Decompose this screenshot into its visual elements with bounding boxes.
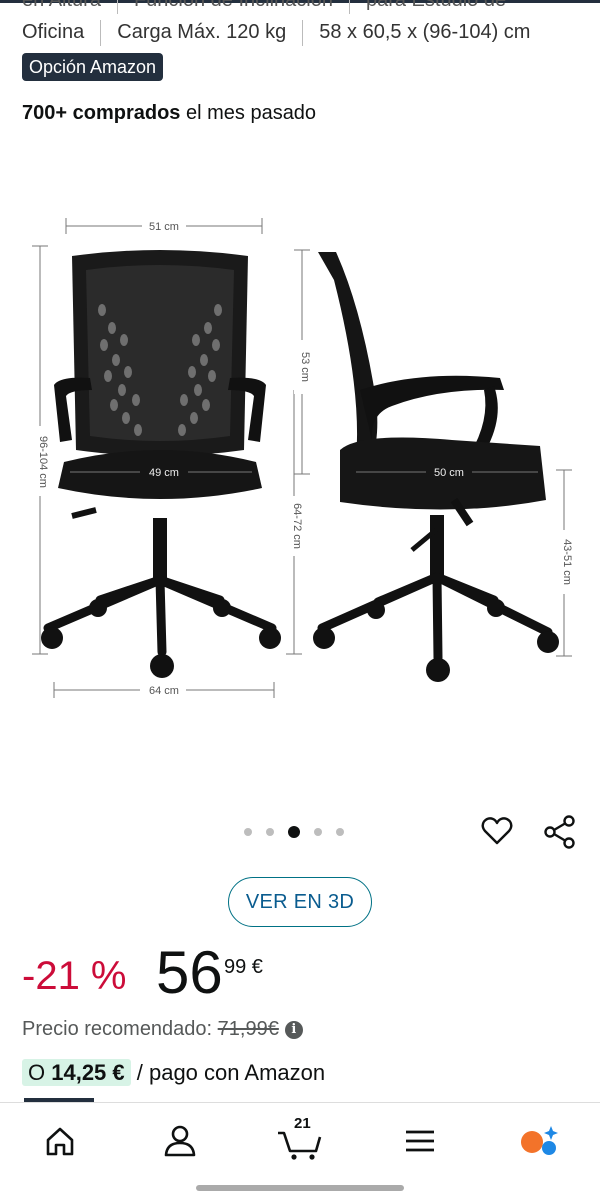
payment-amount: 14,25 € — [51, 1060, 125, 1085]
payment-offer[interactable]: O 14,25 € / pago con Amazon — [22, 1059, 326, 1086]
feature-item: en Altura — [22, 0, 101, 12]
dim-seat-width: 49 cm — [149, 467, 179, 479]
dim-seat-depth: 50 cm — [434, 467, 464, 479]
view-3d-button[interactable]: VER EN 3D — [228, 877, 372, 927]
feature-row-1: en Altura Función de Inclinación para Estu… — [22, 0, 600, 14]
payment-text: / pago con Amazon — [130, 1060, 326, 1085]
feature-row-2: Oficina Carga Máx. 120 kg 58 x 60,5 x (96-… — [22, 20, 600, 46]
gesture-bar — [196, 1185, 404, 1191]
dim-back-height: 53 cm — [299, 352, 311, 382]
recommended-price-value: 71,99€ — [217, 1018, 279, 1040]
price-fraction: 99 € — [224, 956, 263, 978]
dim-seat-height: 43-51 cm — [561, 539, 573, 585]
feature-item: 58 x 60,5 x (96-104) cm — [319, 21, 531, 44]
dim-width-top: 51 cm — [149, 221, 179, 233]
share-icon[interactable] — [542, 814, 578, 850]
price-whole: 56 — [156, 939, 223, 1006]
cart-button[interactable]: 21 — [276, 1115, 324, 1161]
carousel-dots[interactable] — [244, 826, 344, 838]
bottom-nav: 21 — [0, 1102, 600, 1173]
carousel-dot[interactable] — [288, 826, 300, 838]
amazon-choice-badge: Opción Amazon — [22, 53, 164, 81]
dim-arm-height: 64-72 cm — [291, 503, 303, 549]
rufus-icon[interactable] — [518, 1121, 558, 1161]
carousel-dot[interactable] — [314, 828, 322, 836]
carousel-dot[interactable] — [266, 828, 274, 836]
carousel-dot[interactable] — [244, 828, 252, 836]
feature-item: Función de Inclinación — [133, 0, 333, 12]
discount-percent: -21 % — [22, 954, 127, 998]
feature-item: para Estudio de — [365, 0, 507, 12]
purchase-count-bold: 700+ comprados — [22, 102, 181, 124]
account-icon[interactable] — [160, 1121, 200, 1161]
chair-front-view: 51 cm 96-104 cm 49 cm 64 cm — [32, 218, 281, 698]
dim-height-total: 96-104 cm — [37, 436, 49, 488]
payment-prefix: O — [28, 1060, 52, 1085]
carousel-dot[interactable] — [336, 828, 344, 836]
purchase-count-rest: el mes pasado — [180, 102, 317, 124]
chair-side-view: 53 cm 64-72 cm 50 cm 43-51 cm — [286, 249, 573, 682]
purchase-count: 700+ comprados el mes pasado — [22, 102, 316, 125]
dim-base-width: 64 cm — [149, 685, 179, 697]
feature-item: Carga Máx. 120 kg — [117, 21, 287, 44]
home-icon[interactable] — [40, 1121, 80, 1161]
recommended-price: Precio recomendado: 71,99€ i — [22, 1018, 303, 1041]
cart-count: 21 — [294, 1115, 311, 1132]
menu-icon[interactable] — [400, 1121, 440, 1161]
heart-icon[interactable] — [480, 814, 514, 848]
feature-item: Oficina — [22, 21, 85, 44]
info-icon[interactable]: i — [284, 1021, 303, 1039]
product-image[interactable]: 51 cm 96-104 cm 49 cm 64 cm 53 cm 64-72 … — [0, 200, 600, 720]
recommended-price-label: Precio recomendado: — [22, 1018, 218, 1040]
payment-amount-pill: O 14,25 € — [22, 1059, 131, 1086]
